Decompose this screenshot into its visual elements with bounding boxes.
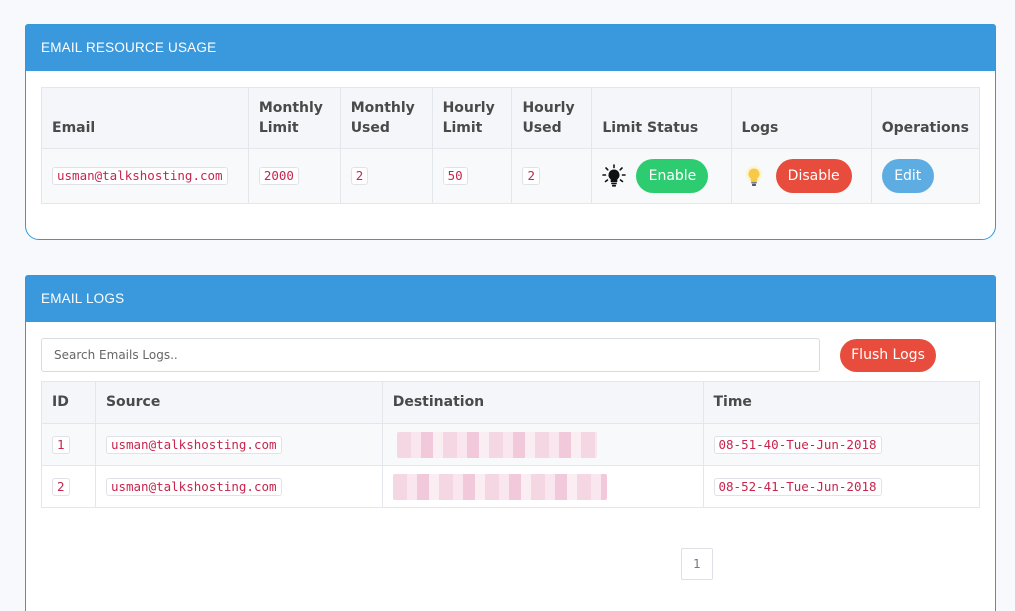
- logs-table: ID Source Destination Time 1 usman@talks…: [41, 381, 980, 508]
- col-hourly-used: Hourly Used: [511, 87, 593, 149]
- table-row: 2 usman@talkshosting.com 08-52-41-Tue-Ju…: [41, 465, 980, 508]
- log-id: 1: [52, 435, 70, 454]
- monthly-used-value: 2: [350, 167, 369, 185]
- edit-button[interactable]: Edit: [881, 159, 934, 193]
- bulb-off-icon: [602, 164, 627, 188]
- email-logs-panel: EMAIL LOGS Flush Logs ID Source Destinat…: [25, 275, 996, 611]
- col-monthly-limit: Monthly Limit: [247, 87, 341, 149]
- disable-button[interactable]: Disable: [775, 159, 852, 193]
- log-time: 08-51-40-Tue-Jun-2018: [713, 435, 882, 454]
- col-logs: Logs: [730, 87, 872, 149]
- email-resource-usage-panel: EMAIL RESOURCE USAGE Email Monthly Limit…: [25, 24, 996, 240]
- pagination-page-1[interactable]: 1: [681, 548, 713, 580]
- log-source: usman@talkshosting.com: [105, 477, 282, 496]
- table-row: 1 usman@talkshosting.com 08-51-40-Tue-Ju…: [41, 423, 980, 466]
- panel-title: EMAIL RESOURCE USAGE: [26, 25, 995, 71]
- panel-title: EMAIL LOGS: [26, 276, 995, 322]
- search-input[interactable]: [41, 338, 820, 372]
- col-email: Email: [41, 87, 249, 149]
- col-monthly-used: Monthly Used: [339, 87, 433, 149]
- redacted-destination: [396, 431, 597, 458]
- col-id: ID: [41, 381, 96, 424]
- col-source: Source: [94, 381, 383, 424]
- col-limit-status: Limit Status: [591, 87, 732, 149]
- col-hourly-limit: Hourly Limit: [431, 87, 513, 149]
- col-operations: Operations: [870, 87, 981, 149]
- enable-button[interactable]: Enable: [636, 159, 709, 193]
- log-source: usman@talkshosting.com: [105, 435, 282, 454]
- flush-logs-button[interactable]: Flush Logs: [840, 339, 936, 372]
- monthly-limit-value: 2000: [258, 167, 299, 185]
- hourly-limit-value: 50: [442, 167, 468, 185]
- col-time: Time: [702, 381, 980, 424]
- log-time: 08-52-41-Tue-Jun-2018: [713, 477, 882, 496]
- log-id: 2: [52, 477, 70, 496]
- hourly-used-value: 2: [522, 167, 540, 185]
- col-destination: Destination: [381, 381, 704, 424]
- usage-table: Email Monthly Limit Monthly Used Hourly …: [41, 87, 981, 204]
- bulb-on-icon: [742, 164, 766, 188]
- redacted-destination: [392, 473, 607, 500]
- email-value: usman@talkshosting.com: [52, 167, 228, 185]
- table-row: usman@talkshosting.com 2000 2 50 2 Enabl…: [41, 148, 981, 204]
